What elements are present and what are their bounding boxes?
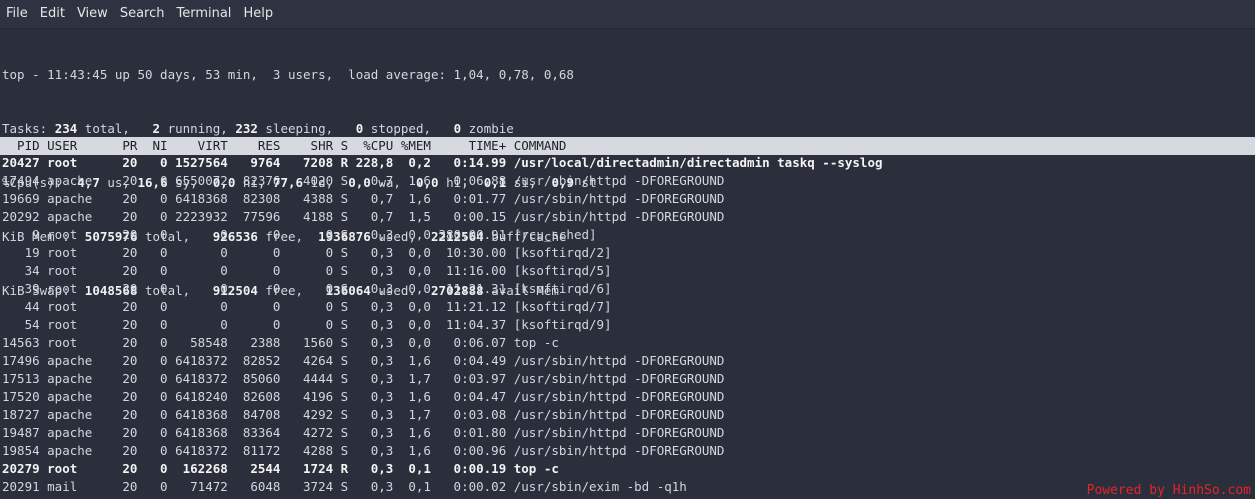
process-row: 17496 apache 20 0 6418372 82852 4264 S 0… [2, 353, 725, 368]
tasks-zombie: 0 [453, 121, 462, 136]
process-row: 14563 root 20 0 58548 2388 1560 S 0,3 0,… [2, 335, 559, 350]
process-row: 19854 apache 20 0 6418372 81172 4288 S 0… [2, 443, 725, 458]
tasks-label: Tasks: [2, 121, 48, 136]
process-row: 19669 apache 20 0 6418368 82308 4388 S 0… [2, 191, 725, 206]
process-row: 17520 apache 20 0 6418240 82608 4196 S 0… [2, 389, 725, 404]
process-row: 19 root 20 0 0 0 0 S 0,3 0,0 10:30.00 [k… [2, 245, 612, 260]
tasks-sleeping: 232 [235, 121, 258, 136]
terminal-window: File Edit View Search Terminal Help top … [0, 0, 1255, 499]
menu-terminal[interactable]: Terminal [170, 0, 237, 28]
process-row: 44 root 20 0 0 0 0 S 0,3 0,0 11:21.12 [k… [2, 299, 612, 314]
process-row: 20291 mail 20 0 71472 6048 3724 S 0,3 0,… [2, 479, 687, 494]
tasks-total: 234 [54, 121, 78, 136]
process-row: 18727 apache 20 0 6418368 84708 4292 S 0… [2, 407, 725, 422]
process-row: 17513 apache 20 0 6418372 85060 4444 S 0… [2, 371, 725, 386]
process-row: 20292 apache 20 0 2223932 77596 4188 S 0… [2, 209, 725, 224]
menu-help[interactable]: Help [237, 0, 279, 28]
menu-search[interactable]: Search [114, 0, 171, 28]
process-table: 20427 root 20 0 1527564 9764 7208 R 228,… [2, 154, 883, 496]
menu-view[interactable]: View [71, 0, 114, 28]
process-row: 39 root 20 0 0 0 0 S 0,3 0,0 11:21.31 [k… [2, 281, 612, 296]
tasks-line: Tasks: 234 total, 2 running, 232 sleepin… [2, 121, 514, 136]
tasks-running: 2 [152, 121, 161, 136]
process-row: 9 root 20 0 0 0 0 S 0,3 0,0 380:00.91 [r… [2, 227, 597, 242]
menu-edit[interactable]: Edit [34, 0, 71, 28]
process-row: 34 root 20 0 0 0 0 S 0,3 0,0 11:16.00 [k… [2, 263, 612, 278]
process-table-header: PID USER PR NI VIRT RES SHR S %CPU %MEM … [2, 138, 567, 153]
process-row: 20279 root 20 0 162268 2544 1724 R 0,3 0… [2, 461, 559, 476]
uptime-line: top - 11:43:45 up 50 days, 53 min, 3 use… [2, 67, 574, 82]
tasks-stopped: 0 [355, 121, 364, 136]
menu-bar: File Edit View Search Terminal Help [0, 0, 1255, 29]
watermark: Powered by HinhSo.com [1086, 483, 1251, 498]
process-row: 19487 apache 20 0 6418368 83364 4272 S 0… [2, 425, 725, 440]
process-row: 20427 root 20 0 1527564 9764 7208 R 228,… [2, 155, 883, 170]
process-row: 17494 apache 20 0 6550072 82376 4020 S 0… [2, 173, 725, 188]
process-row: 54 root 20 0 0 0 0 S 0,3 0,0 11:04.37 [k… [2, 317, 612, 332]
menu-file[interactable]: File [0, 0, 34, 28]
